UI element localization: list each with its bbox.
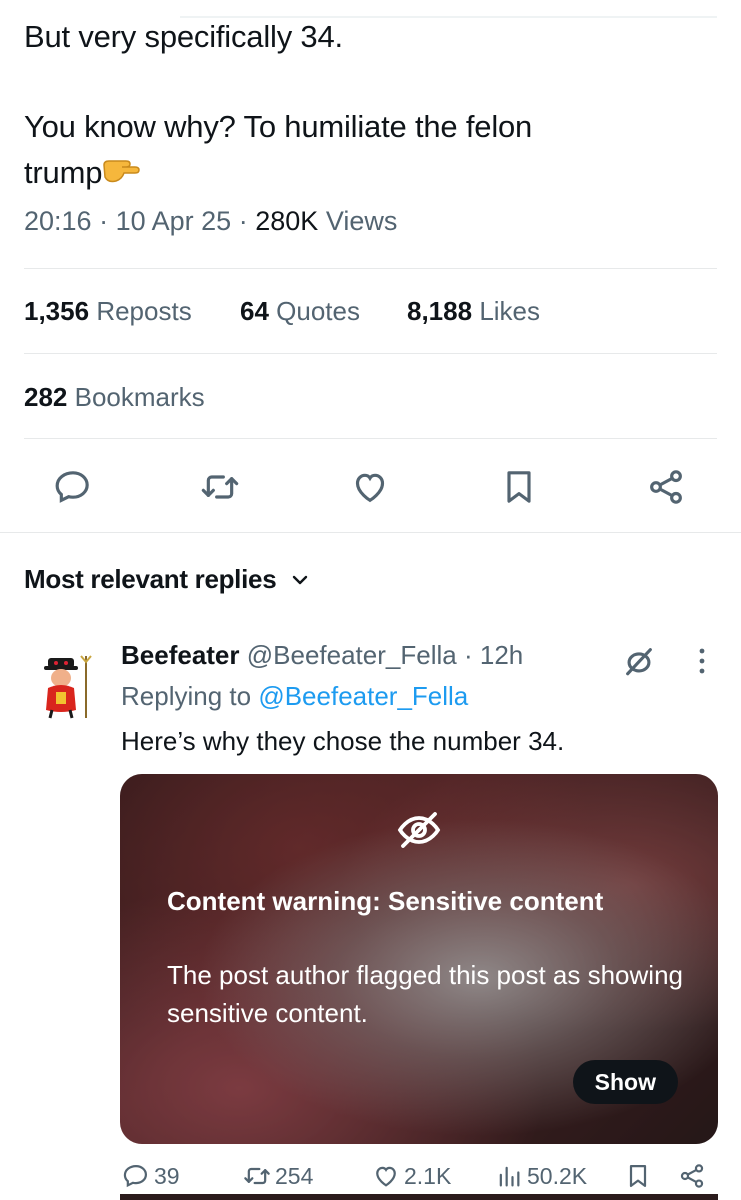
share-icon[interactable] xyxy=(643,464,689,510)
next-media-edge xyxy=(120,1194,718,1200)
bookmarks-label: Bookmarks xyxy=(74,382,205,412)
post-views-count: 280K xyxy=(255,206,319,236)
bookmarks-count: 282 xyxy=(24,382,68,412)
quotes-stat[interactable]: 64 Quotes xyxy=(240,296,360,327)
post-time[interactable]: 20:16 xyxy=(24,206,92,236)
replying-to: Replying to @Beefeater_Fella xyxy=(121,681,468,712)
likes-label: Likes xyxy=(479,296,541,326)
reply-time[interactable]: 12h xyxy=(480,640,523,670)
sensitive-media-card[interactable]: Content warning: Sensitive content The p… xyxy=(120,774,718,1144)
repost-icon xyxy=(244,1167,270,1185)
quotes-count: 64 xyxy=(240,296,269,326)
reply-text: Here’s why they chose the number 34. xyxy=(121,726,565,756)
views-icon xyxy=(499,1166,520,1187)
post-views-label: Views xyxy=(325,206,398,236)
replies-sort-dropdown[interactable]: Most relevant replies xyxy=(24,562,309,595)
reply-icon xyxy=(123,1164,148,1188)
reply-icon[interactable] xyxy=(50,464,96,510)
divider-4 xyxy=(0,532,741,533)
reply-author-handle[interactable]: @Beefeater_Fella xyxy=(247,640,457,670)
like-icon[interactable] xyxy=(347,464,393,510)
post-text-line-2: You know why? To humiliate the felon xyxy=(24,109,533,144)
reply-views-count: 50.2K xyxy=(527,1162,588,1189)
meta-sep-2: · xyxy=(238,206,248,236)
likes-count: 8,188 xyxy=(407,296,473,326)
reply-repost-button[interactable]: 254 xyxy=(243,1162,313,1190)
reply-header: Beefeater @Beefeater_Fella · 12h xyxy=(121,640,523,671)
reply-share-button[interactable] xyxy=(678,1162,706,1190)
reply-views-button[interactable]: 50.2K xyxy=(495,1162,587,1190)
post-meta: 20:16 · 10 Apr 25 · 280K Views xyxy=(24,206,397,237)
likes-stat[interactable]: 8,188 Likes xyxy=(407,296,540,327)
reposts-label: Reposts xyxy=(96,296,192,326)
pointing-emoji-icon xyxy=(102,151,141,197)
reply-like-button[interactable]: 2.1K xyxy=(372,1162,451,1190)
eye-slash-icon xyxy=(395,806,443,859)
replies-heading: Most relevant replies xyxy=(24,564,277,594)
avatar[interactable] xyxy=(34,652,96,724)
replying-to-label: Replying to xyxy=(121,681,252,711)
post-text-trump: trump xyxy=(24,155,103,190)
more-options-icon[interactable] xyxy=(693,646,711,681)
post-text-line-1: But very specifically 34. xyxy=(24,19,343,54)
reposts-stat[interactable]: 1,356 Reposts xyxy=(24,296,192,327)
quotes-label: Quotes xyxy=(276,296,360,326)
post-date[interactable]: 10 Apr 25 xyxy=(116,206,232,236)
show-button[interactable]: Show xyxy=(572,1060,678,1104)
reply-repost-count: 254 xyxy=(275,1162,314,1189)
divider-3 xyxy=(24,438,717,439)
bookmark-icon xyxy=(629,1164,647,1188)
hidden-eye-icon[interactable] xyxy=(622,644,656,683)
reply-reply-button[interactable]: 39 xyxy=(122,1162,180,1190)
bookmark-icon[interactable] xyxy=(496,464,542,510)
reply-sep: · xyxy=(463,640,473,670)
reply-author-name[interactable]: Beefeater xyxy=(121,640,240,670)
reposts-count: 1,356 xyxy=(24,296,90,326)
content-warning-body: The post author flagged this post as sho… xyxy=(167,960,683,1028)
reply-like-count: 2.1K xyxy=(404,1162,452,1189)
bookmarks-stat[interactable]: 282 Bookmarks xyxy=(24,382,205,413)
repost-icon[interactable] xyxy=(197,464,243,510)
chevron-down-icon xyxy=(291,562,309,593)
reply-reply-count: 39 xyxy=(154,1162,180,1189)
share-icon xyxy=(680,1164,704,1188)
post-text-line-3: trump xyxy=(24,150,141,197)
content-warning-title: Content warning: Sensitive content xyxy=(167,886,604,916)
divider-1 xyxy=(24,268,717,269)
replying-to-handle[interactable]: @Beefeater_Fella xyxy=(258,681,468,711)
reply-bookmark-button[interactable] xyxy=(624,1162,652,1190)
meta-sep-1: · xyxy=(99,206,109,236)
like-icon xyxy=(376,1166,396,1187)
divider-2 xyxy=(24,353,717,354)
